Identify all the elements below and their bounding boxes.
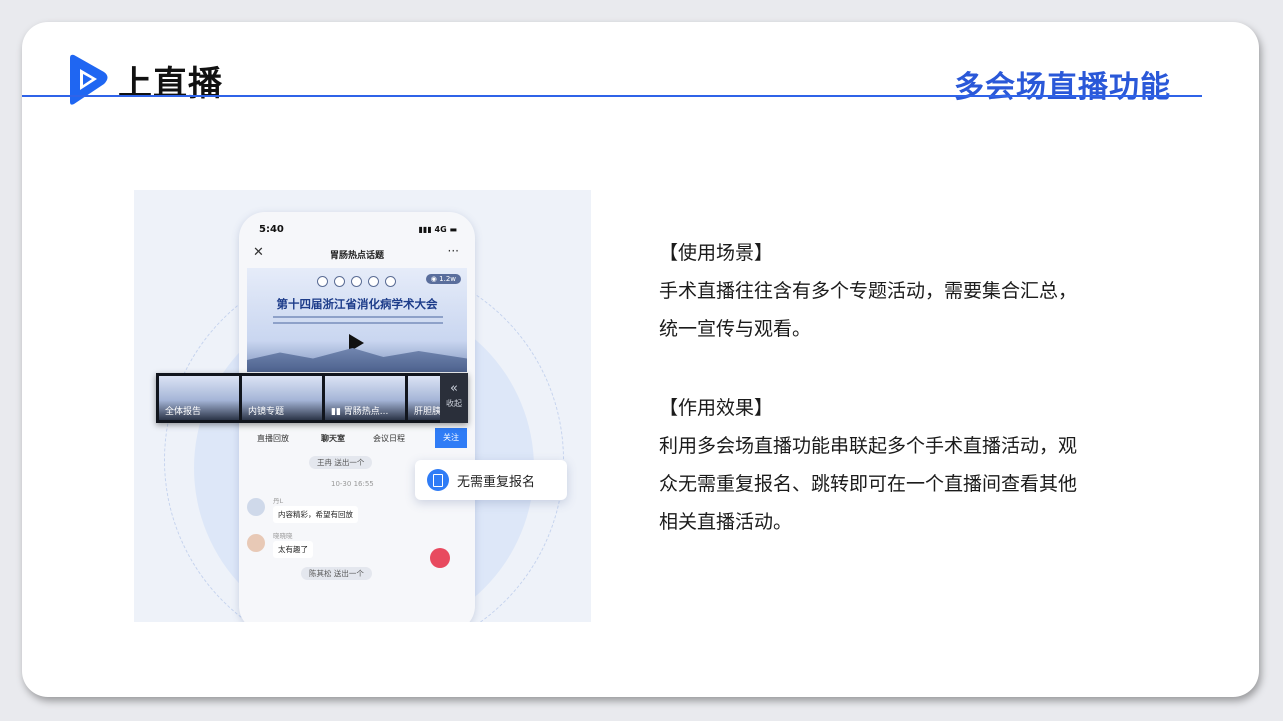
venue-switcher-strip: 全体报告 内镜专题 ▮▮ 胃肠热点... 肝胆胰 « 收起 — [156, 373, 468, 423]
emblem-icon — [334, 276, 345, 287]
avatar — [247, 498, 265, 516]
live-tabs: 直播回放 聊天室 会议日程 关注 — [239, 428, 475, 450]
brand-name: 上直播 — [118, 63, 223, 104]
chat-message: 内容精彩，希望有回放 — [273, 506, 358, 523]
view-count-badge: ◉ 1.2w — [425, 274, 461, 284]
tab-schedule: 会议日程 — [373, 434, 405, 443]
gift-notice: 陈其松 送出一个 — [301, 567, 372, 580]
chat-user-name: 晓晓晓 — [273, 532, 293, 540]
play-logo-icon — [70, 54, 108, 105]
status-network: ▮▮▮ 4G ▬ — [418, 225, 457, 234]
slide-card: 上直播 多会场直播功能 5:40 ▮▮▮ 4G ▬ ✕ 胃肠热点话题 ··· ◉… — [22, 22, 1259, 697]
avatar — [247, 534, 265, 552]
no-reregister-callout: 无需重复报名 — [415, 460, 567, 500]
section-heading: 【使用场景】 — [659, 242, 774, 264]
collapse-button: « 收起 — [440, 373, 468, 423]
venue-thumbnail-active: ▮▮ 胃肠热点... — [325, 376, 405, 420]
section-text: 众无需重复报名、跳转即可在一个直播间查看其他 — [659, 473, 1078, 495]
live-video-banner: ◉ 1.2w 第十四届浙江省消化病学术大会 — [247, 268, 467, 372]
gift-icon — [430, 548, 450, 568]
emblem-icon — [385, 276, 396, 287]
tab-replay: 直播回放 — [257, 434, 289, 443]
tab-chat: 聊天室 — [321, 434, 345, 443]
follow-button: 关注 — [435, 428, 467, 448]
double-chevron-left-icon: « — [450, 381, 458, 396]
chat-message: 太有趣了 — [273, 541, 313, 558]
live-room-title: 胃肠热点话题 — [329, 251, 384, 261]
status-time: 5:40 — [259, 224, 284, 235]
chat-time: 10-30 16:55 — [331, 480, 374, 488]
page-title: 多会场直播功能 — [954, 70, 1171, 105]
emblem-icon — [351, 276, 362, 287]
more-icon: ··· — [447, 244, 459, 258]
section-text: 统一宣传与观看。 — [659, 318, 812, 340]
sponsor-emblems — [317, 276, 396, 287]
venue-thumbnail: 肝胆胰 — [408, 376, 442, 420]
gift-notice: 王冉 送出一个 — [309, 456, 373, 469]
venue-thumbnail: 内镜专题 — [242, 376, 322, 420]
phone-mockup-image: 5:40 ▮▮▮ 4G ▬ ✕ 胃肠热点话题 ··· ◉ 1.2w 第十四届浙江… — [134, 190, 591, 622]
section-text: 相关直播活动。 — [659, 511, 793, 533]
header-divider — [22, 95, 1202, 97]
venue-thumbnail: 全体报告 — [159, 376, 239, 420]
usage-scenario-section: 【使用场景】 手术直播往往含有多个专题活动，需要集合汇总， 统一宣传与观看。 — [659, 234, 1077, 348]
section-text: 利用多会场直播功能串联起多个手术直播活动，观 — [659, 435, 1078, 457]
form-icon — [427, 469, 449, 491]
emblem-icon — [317, 276, 328, 287]
banner-subtext — [273, 316, 443, 328]
section-text: 手术直播往往含有多个专题活动，需要集合汇总， — [659, 280, 1078, 302]
emblem-icon — [368, 276, 379, 287]
banner-title: 第十四届浙江省消化病学术大会 — [276, 297, 438, 311]
section-heading: 【作用效果】 — [659, 397, 774, 419]
effect-section: 【作用效果】 利用多会场直播功能串联起多个手术直播活动，观 众无需重复报名、跳转… — [659, 389, 1077, 541]
chat-user-name: 丹L — [273, 497, 284, 505]
brand-logo: 上直播 — [66, 54, 223, 106]
